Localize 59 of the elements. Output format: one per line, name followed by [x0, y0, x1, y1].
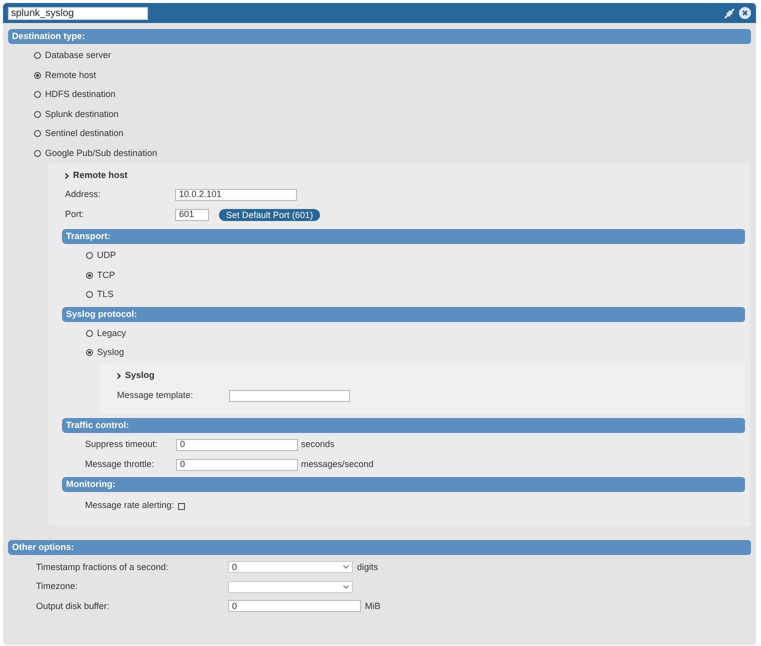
field-label: Address:: [65, 188, 102, 202]
subsection-heading: Remote host: [73, 169, 128, 182]
chevron-down-icon: [343, 565, 349, 570]
radio-button[interactable]: [86, 291, 93, 298]
radio-label: Legacy: [97, 326, 126, 340]
radio-label: TLS: [97, 288, 114, 301]
radio-button[interactable]: [86, 349, 93, 356]
section-header: Transport:: [62, 229, 745, 244]
close-icon[interactable]: [739, 7, 751, 19]
radio-button[interactable]: [34, 110, 41, 118]
input-field[interactable]: 601: [175, 209, 209, 221]
field-label: Port:: [65, 208, 86, 222]
section-header: Traffic control:: [62, 418, 745, 432]
field-label: Timezone:: [36, 580, 79, 593]
chevron-down-icon: [343, 584, 349, 589]
radio-label: HDFS destination: [45, 88, 116, 101]
section-header: Destination type:: [8, 29, 751, 44]
radio-button[interactable]: [86, 252, 93, 260]
subsection-heading: Syslog: [125, 368, 155, 382]
radio-label: Syslog: [97, 346, 124, 359]
chevron-right-icon: [65, 173, 69, 179]
radio-label: Remote host: [45, 68, 96, 82]
input-field[interactable]: 10.0.2.101: [175, 189, 297, 201]
unit-label: MiB: [365, 600, 380, 612]
field-label: Suppress timeout:: [85, 438, 159, 451]
name-field[interactable]: splunk_syslog: [8, 6, 148, 20]
radio-button[interactable]: [34, 91, 41, 98]
input-field[interactable]: 0: [176, 458, 298, 470]
radio-label: Sentinel destination: [45, 127, 124, 140]
section-header: Syslog protocol:: [62, 306, 745, 322]
collapse-icon[interactable]: [724, 8, 735, 18]
radio-button[interactable]: [86, 330, 93, 337]
unit-label: messages/second: [301, 458, 374, 471]
field-label: Output disk buffer:: [36, 600, 110, 613]
radio-label: Google Pub/Sub destination: [45, 146, 158, 160]
section-header: Other options:: [8, 540, 751, 554]
dropdown[interactable]: 0: [228, 561, 353, 574]
field-label: Message throttle:: [85, 458, 156, 471]
radio-button[interactable]: [34, 52, 41, 60]
radio-button[interactable]: [34, 150, 41, 157]
radio-label: Database server: [45, 49, 112, 62]
input-field[interactable]: [229, 390, 350, 402]
field-label: Message template:: [117, 388, 194, 402]
set-default-port-button[interactable]: Set Default Port (601): [219, 209, 320, 221]
unit-label: seconds: [301, 438, 335, 451]
input-field[interactable]: 0: [176, 438, 298, 450]
section-header: Monitoring:: [62, 476, 745, 492]
radio-button[interactable]: [34, 130, 41, 138]
radio-label: TCP: [97, 268, 115, 282]
radio-button[interactable]: [86, 272, 93, 279]
chevron-right-icon: [117, 372, 121, 378]
radio-label: UDP: [97, 249, 116, 262]
field-label: Message rate alerting:: [85, 498, 174, 512]
input-field[interactable]: 0: [228, 600, 361, 612]
radio-label: Splunk destination: [45, 108, 119, 121]
radio-button[interactable]: [34, 72, 41, 79]
checkbox[interactable]: [178, 503, 186, 510]
unit-label: digits: [357, 560, 378, 574]
field-label: Timestamp fractions of a second:: [36, 560, 170, 574]
